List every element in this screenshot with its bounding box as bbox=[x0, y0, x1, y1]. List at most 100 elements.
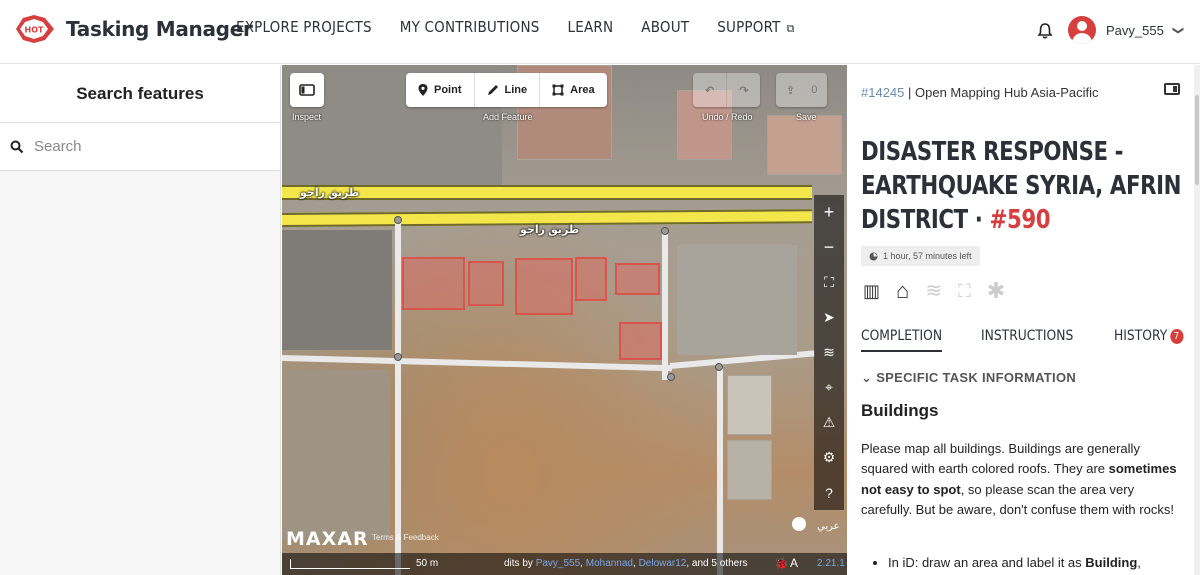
line-button[interactable]: Line bbox=[475, 73, 541, 107]
map-data-icon: ⌖ bbox=[825, 379, 833, 395]
task-tabs: COMPLETION INSTRUCTIONS HISTORY 7 bbox=[861, 328, 1193, 352]
hot-logo-icon: HOT bbox=[14, 14, 56, 44]
tab-instructions[interactable]: INSTRUCTIONS bbox=[981, 328, 1073, 352]
map-data-button[interactable]: ⌖ bbox=[814, 370, 844, 405]
other-icon: ✱ bbox=[986, 278, 1006, 303]
version-link[interactable]: 2.21.1 bbox=[817, 558, 845, 569]
editor-user[interactable]: Delowar12 bbox=[639, 558, 687, 569]
save-button[interactable]: ⇪ 0 bbox=[776, 73, 828, 107]
map-node[interactable] bbox=[394, 353, 402, 361]
nav-learn[interactable]: LEARN bbox=[568, 18, 614, 36]
translate-icon[interactable]: A bbox=[790, 556, 798, 570]
nav-support[interactable]: SUPPORT ⧉ bbox=[717, 18, 794, 36]
specific-task-info-toggle[interactable]: ⌄ SPECIFIC TASK INFORMATION bbox=[861, 370, 1076, 386]
building bbox=[767, 115, 842, 175]
waterways-icon: ≋ bbox=[925, 280, 943, 302]
point-label: Point bbox=[434, 84, 462, 96]
time-left-badge: 1 hour, 57 minutes left bbox=[861, 246, 980, 266]
mapping-types: ▥ ⌂ ≋ ⛶ ✱ bbox=[863, 279, 1005, 303]
username: Pavy_555 bbox=[1106, 22, 1164, 38]
notifications-bell-icon[interactable] bbox=[1036, 22, 1054, 40]
user-gear-icon: ⚙ bbox=[822, 449, 836, 465]
brand-logo[interactable]: HOT Tasking Manager bbox=[14, 14, 253, 44]
polygon-icon bbox=[552, 84, 564, 96]
inspect-toggle[interactable] bbox=[290, 73, 324, 107]
panel-scrollbar[interactable] bbox=[1194, 65, 1200, 575]
nav-my-contributions[interactable]: MY CONTRIBUTIONS bbox=[400, 18, 540, 36]
line-label: Line bbox=[504, 84, 528, 96]
help-button[interactable]: ? bbox=[814, 475, 844, 510]
editor-user[interactable]: Pavy_555 bbox=[536, 558, 580, 569]
issues-button[interactable]: ⚠ bbox=[814, 405, 844, 440]
mapped-building[interactable] bbox=[515, 258, 573, 315]
bug-icon[interactable]: 🐞 bbox=[774, 556, 789, 570]
point-button[interactable]: Point bbox=[406, 73, 475, 107]
map-footer: 50 m dits by Pavy_555, Mohannad, Delowar… bbox=[282, 553, 847, 575]
nav-explore-projects[interactable]: EXPLORE PROJECTS bbox=[236, 18, 372, 36]
list-item-suffix: , bbox=[1137, 555, 1141, 570]
mapped-building[interactable] bbox=[575, 257, 607, 301]
chevron-down-icon: ❯ bbox=[1171, 25, 1184, 35]
land-use-icon: ⛶ bbox=[958, 281, 971, 301]
project-id-link[interactable]: #14245 bbox=[861, 85, 904, 100]
project-info: #14245 | Open Mapping Hub Asia-Pacific bbox=[861, 85, 1111, 101]
instructions-text: Please map all buildings. Buildings are … bbox=[861, 439, 1181, 521]
building bbox=[727, 375, 772, 435]
instructions-part-1: Please map all buildings. Buildings are … bbox=[861, 441, 1140, 477]
map-editor[interactable]: طريق راجو طريق راجو Inspect Point Line A… bbox=[282, 65, 847, 575]
map-node[interactable] bbox=[715, 363, 723, 371]
undo-button[interactable]: ↶ bbox=[693, 73, 728, 107]
terms-feedback-link[interactable]: Terms & Feedback bbox=[372, 533, 439, 542]
map-pin-icon[interactable] bbox=[792, 517, 806, 531]
zoom-out-button[interactable]: − bbox=[814, 230, 844, 265]
time-left-text: 1 hour, 57 minutes left bbox=[883, 251, 972, 261]
background-layers-button[interactable]: ≋ bbox=[814, 335, 844, 370]
road bbox=[662, 230, 668, 380]
mapped-building[interactable] bbox=[402, 257, 465, 310]
task-number: #590 bbox=[989, 205, 1051, 235]
list-item: In iD: draw an area and label it as Buil… bbox=[888, 555, 1186, 570]
zoom-to-selection-button[interactable]: ⛶ bbox=[814, 265, 844, 300]
highway-road bbox=[282, 185, 812, 200]
language-label[interactable]: عربي bbox=[817, 521, 840, 532]
geolocate-button[interactable]: ➤ bbox=[814, 300, 844, 335]
external-link-icon: ⧉ bbox=[786, 22, 795, 35]
nav-about[interactable]: ABOUT bbox=[641, 18, 689, 36]
edits-others[interactable]: 5 others bbox=[711, 558, 747, 569]
list-item-prefix: In iD: draw an area and label it as bbox=[888, 555, 1086, 570]
user-menu[interactable]: Pavy_555 ❯ bbox=[1068, 16, 1184, 44]
add-feature-caption: Add Feature bbox=[483, 112, 533, 122]
warning-icon: ⚠ bbox=[822, 414, 836, 430]
preferences-button[interactable]: ⚙ bbox=[814, 440, 844, 475]
save-caption: Save bbox=[796, 112, 817, 122]
instructions-heading: Buildings bbox=[861, 401, 939, 420]
frame-icon: ⛶ bbox=[824, 274, 834, 290]
tab-history[interactable]: HISTORY 7 bbox=[1114, 328, 1184, 352]
brand-name: Tasking Manager bbox=[66, 17, 253, 41]
search-panel-title: Search features bbox=[76, 83, 204, 103]
building bbox=[282, 370, 390, 540]
map-node[interactable] bbox=[661, 227, 669, 235]
edit-attribution: dits by Pavy_555, Mohannad, Delowar12, a… bbox=[504, 558, 748, 569]
save-count: 0 bbox=[811, 84, 818, 96]
map-node[interactable] bbox=[394, 216, 402, 224]
mapped-building[interactable] bbox=[615, 263, 660, 295]
road bbox=[282, 355, 672, 372]
area-button[interactable]: Area bbox=[540, 73, 606, 107]
building bbox=[727, 440, 772, 500]
roads-icon: ▥ bbox=[863, 281, 881, 301]
edits-prefix: dits by bbox=[504, 558, 533, 569]
chevron-down-icon: ⌄ bbox=[861, 370, 873, 385]
panel-toggle-icon[interactable] bbox=[1164, 83, 1180, 95]
user-avatar bbox=[1068, 16, 1096, 44]
nav-support-label: SUPPORT bbox=[717, 18, 781, 36]
zoom-in-button[interactable]: + bbox=[814, 195, 844, 230]
map-node[interactable] bbox=[667, 373, 675, 381]
organization-name: | Open Mapping Hub Asia-Pacific bbox=[908, 85, 1099, 100]
tab-completion[interactable]: COMPLETION bbox=[861, 328, 943, 352]
redo-button[interactable]: ↷ bbox=[727, 73, 760, 107]
search-input[interactable] bbox=[34, 138, 234, 155]
editor-user[interactable]: Mohannad bbox=[586, 558, 633, 569]
mapped-building[interactable] bbox=[619, 322, 662, 360]
mapped-building[interactable] bbox=[468, 261, 504, 306]
